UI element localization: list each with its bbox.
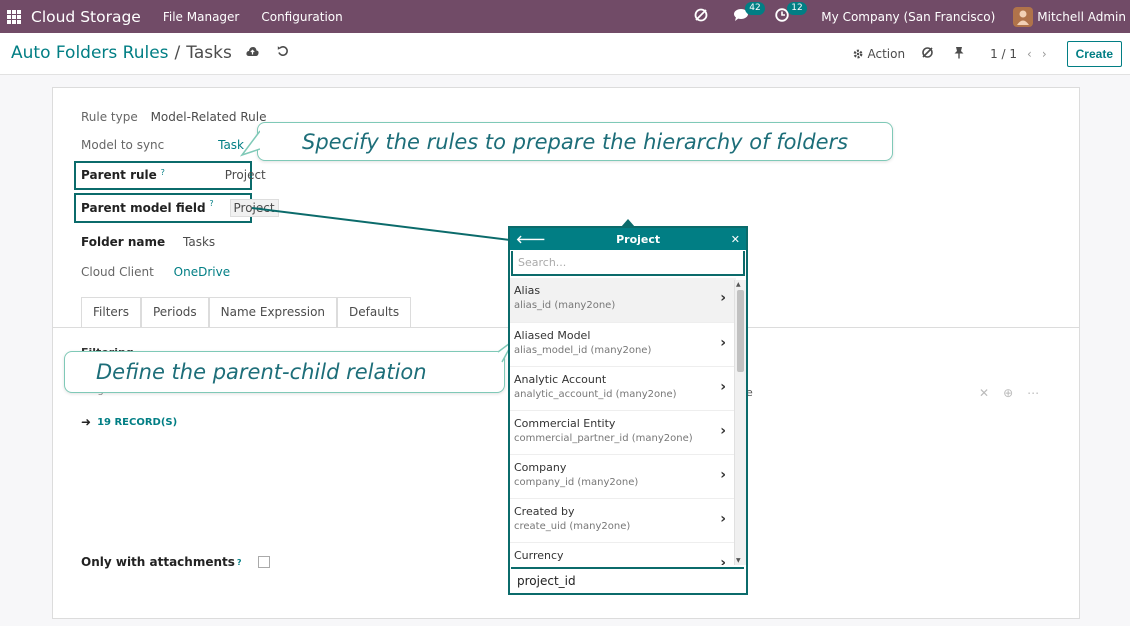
- scroll-up-arrow-icon[interactable]: ▲: [736, 281, 741, 288]
- scroll-down-arrow-icon[interactable]: ▼: [736, 557, 741, 564]
- popover-title: Project: [616, 232, 661, 246]
- chevron-right-icon[interactable]: ›: [720, 379, 726, 395]
- field-item-alias[interactable]: Alias alias_id (many2one) ›: [510, 278, 736, 323]
- chevron-right-icon[interactable]: ›: [720, 335, 726, 351]
- callout-parent-child: Define the parent-child relation: [64, 340, 515, 393]
- field-item-aliased-model[interactable]: Aliased Model alias_model_id (many2one) …: [510, 323, 736, 367]
- chevron-right-icon[interactable]: ›: [720, 511, 726, 527]
- popover-search-input[interactable]: Search...: [511, 251, 745, 276]
- field-item-created-by[interactable]: Created by create_uid (many2one) ›: [510, 499, 736, 543]
- popover-scrollbar[interactable]: ▲ ▼: [734, 280, 746, 565]
- callout-hierarchy-text: Specify the rules to prepare the hierarc…: [302, 129, 849, 154]
- callout-parent-child-text: Define the parent-child relation: [96, 360, 427, 384]
- field-item-currency[interactable]: Currency ›: [510, 543, 736, 565]
- field-item-company[interactable]: Company company_id (many2one) ›: [510, 455, 736, 499]
- field-path-input[interactable]: project_id: [511, 567, 744, 592]
- popover-header: 🡐 Project ✕: [510, 228, 746, 250]
- callout-hierarchy-rules: Specify the rules to prepare the hierarc…: [240, 122, 893, 161]
- scrollbar-thumb[interactable]: [737, 290, 744, 372]
- chevron-right-icon[interactable]: ›: [720, 555, 726, 565]
- chevron-right-icon[interactable]: ›: [720, 467, 726, 483]
- popover-close-icon[interactable]: ✕: [731, 233, 740, 246]
- chevron-right-icon[interactable]: ›: [720, 423, 726, 439]
- field-selector-popover: 🡐 Project ✕ Search... Alias alias_id (ma…: [508, 226, 748, 595]
- field-item-commercial-entity[interactable]: Commercial Entity commercial_partner_id …: [510, 411, 736, 455]
- popover-field-list: Alias alias_id (many2one) › Aliased Mode…: [510, 278, 736, 565]
- chevron-right-icon[interactable]: ›: [720, 290, 726, 306]
- popover-back-arrow-icon[interactable]: 🡐: [516, 232, 546, 246]
- field-item-analytic-account[interactable]: Analytic Account analytic_account_id (ma…: [510, 367, 736, 411]
